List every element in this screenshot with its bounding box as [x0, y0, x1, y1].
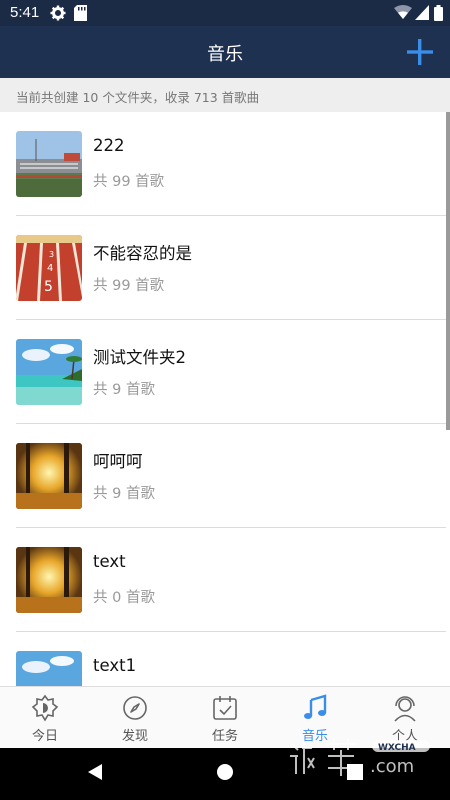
- settings-icon: [50, 5, 66, 21]
- folder-song-count: 共 99 首歌: [93, 174, 165, 190]
- sd-card-icon: [74, 5, 87, 21]
- status-time: 5:41: [10, 4, 40, 21]
- folder-name: 呵呵呵: [93, 452, 143, 471]
- app-header: 音乐: [0, 26, 450, 78]
- folder-row[interactable]: text1: [0, 632, 446, 686]
- folder-row[interactable]: 呵呵呵 共 9 首歌: [0, 424, 446, 528]
- folder-cover-stadium: [16, 131, 82, 197]
- back-icon[interactable]: [86, 762, 104, 782]
- watermark-logo: WXCHA .com: [290, 738, 430, 777]
- tab-label: 发现: [121, 729, 148, 744]
- folder-cover-autumn-forest: [16, 547, 82, 613]
- folder-name: 测试文件夹2: [93, 348, 186, 367]
- page-title: 音乐: [207, 44, 243, 65]
- svg-text:WXCHA: WXCHA: [378, 743, 416, 753]
- status-bar: 5:41: [0, 0, 450, 26]
- folder-song-count: 共 99 首歌: [93, 278, 165, 294]
- today-icon: [31, 694, 59, 722]
- folder-cover-running-track: 3 4 5: [16, 235, 82, 301]
- folder-song-count: 共 9 首歌: [93, 382, 155, 398]
- tab-today[interactable]: 今日: [0, 687, 90, 749]
- compass-icon: [123, 696, 147, 720]
- signal-icon: [415, 5, 429, 20]
- folder-song-count: 共 0 首歌: [93, 590, 155, 606]
- list-scrollbar[interactable]: [446, 112, 450, 430]
- folder-list[interactable]: 222 共 99 首歌 3 4 5 不能容忍的是 共 99 首歌 测试文件夹2 …: [0, 112, 450, 686]
- folder-cover-beach: [16, 651, 82, 686]
- tab-label: 任务: [211, 729, 238, 744]
- folder-name: text1: [93, 656, 137, 675]
- folder-cover-autumn-forest: [16, 443, 82, 509]
- folder-name: 不能容忍的是: [93, 244, 192, 263]
- svg-text:.com: .com: [370, 756, 414, 777]
- tab-tasks[interactable]: 任务: [180, 687, 270, 749]
- wifi-icon: [394, 5, 412, 19]
- folder-row[interactable]: 222 共 99 首歌: [0, 112, 446, 216]
- folder-song-count: 共 9 首歌: [93, 486, 155, 502]
- calendar-check-icon: [213, 696, 237, 720]
- svg-text:5: 5: [44, 279, 53, 295]
- battery-icon: [434, 5, 443, 21]
- folder-row[interactable]: text 共 0 首歌: [0, 528, 446, 632]
- folder-row[interactable]: 3 4 5 不能容忍的是 共 99 首歌: [0, 216, 446, 320]
- person-headset-icon: [394, 696, 416, 722]
- svg-text:3: 3: [49, 250, 54, 259]
- add-folder-button[interactable]: [404, 36, 436, 68]
- folder-summary: 当前共创建 10 个文件夹，收录 713 首歌曲: [0, 78, 450, 112]
- home-icon[interactable]: [215, 762, 235, 782]
- music-note-icon: [304, 694, 327, 719]
- tab-label: 今日: [31, 729, 58, 744]
- folder-name: 222: [93, 136, 125, 155]
- folder-cover-beach: [16, 339, 82, 405]
- tab-discover[interactable]: 发现: [90, 687, 180, 749]
- folder-name: text: [93, 552, 126, 571]
- folder-row[interactable]: 测试文件夹2 共 9 首歌: [0, 320, 446, 424]
- svg-text:4: 4: [47, 263, 53, 274]
